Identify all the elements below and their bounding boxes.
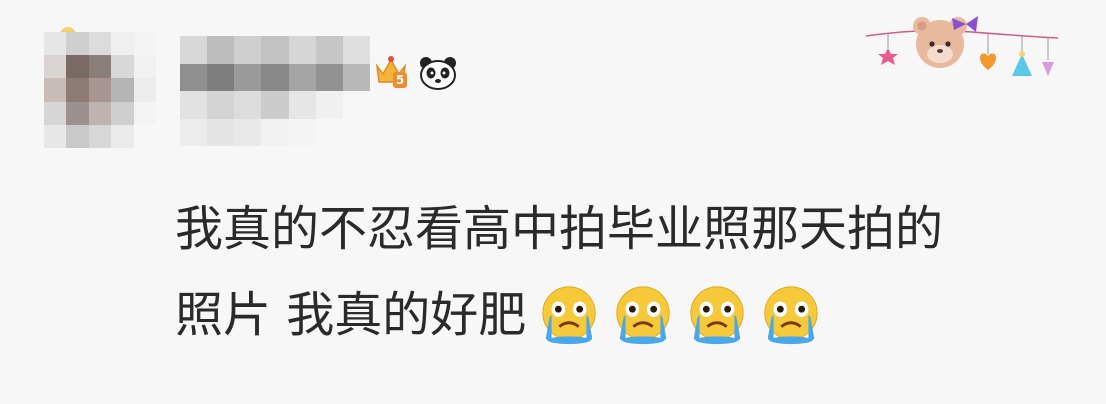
crown-level-icon[interactable]: 5	[373, 52, 409, 92]
crying-face-icon	[760, 284, 822, 346]
comment-text: 我真的不忍看高中拍毕业照那天拍的 照片 我真的好肥	[175, 186, 1075, 358]
crying-face-icon	[612, 284, 674, 346]
comment-card: 5 我真的不忍看高中拍毕业照那天拍的 照片 我真的好肥	[0, 0, 1106, 404]
comment-line-1: 我真的不忍看高中拍毕业照那天拍的	[175, 186, 1075, 272]
panda-icon[interactable]	[418, 55, 458, 91]
comment-line-2: 照片 我真的好肥	[175, 272, 1075, 358]
username-blurred[interactable]	[180, 36, 370, 146]
comment-line-1-text: 我真的不忍看高中拍毕业照那天拍的	[175, 201, 944, 257]
card-decoration-icon	[865, 16, 1059, 76]
avatar[interactable]	[44, 32, 156, 148]
crying-face-icon	[538, 284, 600, 346]
level-number: 5	[396, 73, 404, 87]
comment-line-2-text: 照片 我真的好肥	[175, 287, 527, 343]
crying-face-icon	[686, 284, 748, 346]
